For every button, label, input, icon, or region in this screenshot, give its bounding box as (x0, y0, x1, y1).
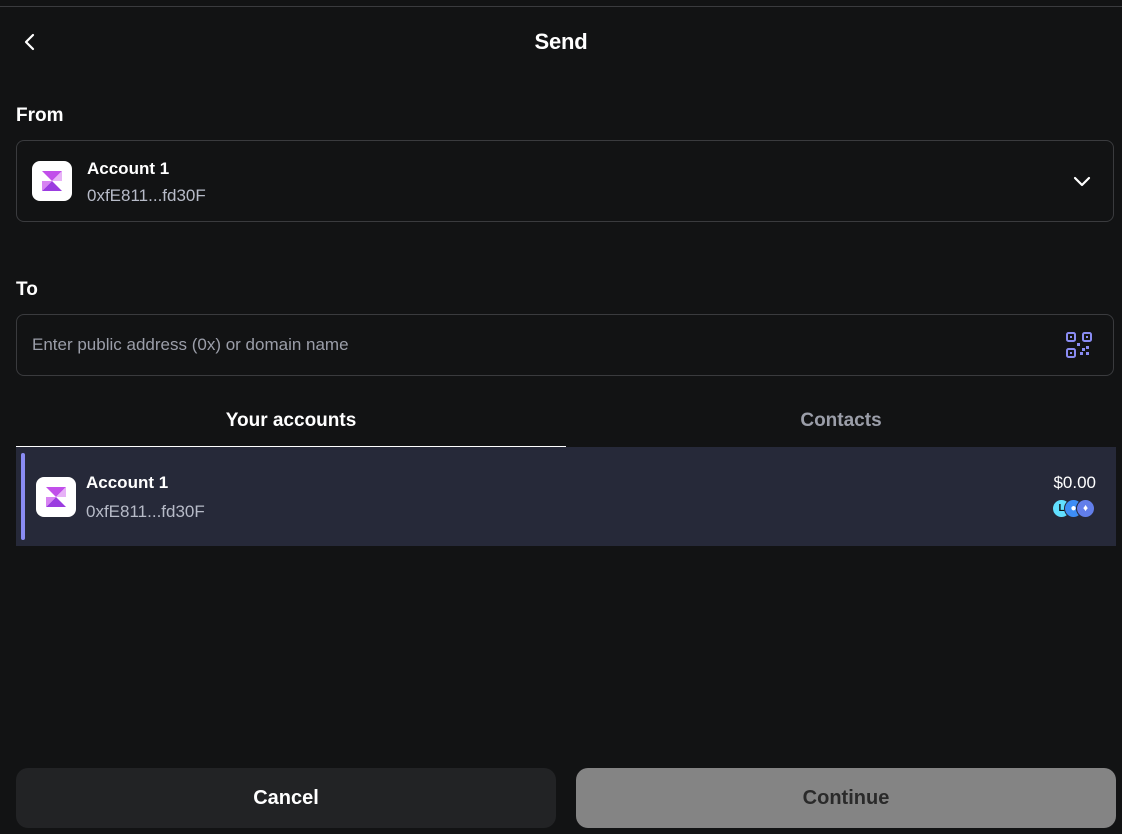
chevron-down-icon[interactable] (1071, 171, 1093, 193)
account-avatar-icon (46, 487, 66, 507)
account-avatar-icon (42, 171, 62, 191)
cancel-button[interactable]: Cancel (16, 768, 556, 828)
account-avatar (36, 477, 76, 517)
continue-button[interactable]: Continue (576, 768, 1116, 828)
network-icons: L ● ♦ (1052, 499, 1096, 518)
recipient-tabs: Your accounts Contacts (16, 396, 1116, 448)
header: Send (0, 20, 1122, 64)
selected-indicator (21, 453, 25, 540)
send-screen: Send From Account 1 0xfE811...fd30F To E… (0, 0, 1122, 834)
from-account-address: 0xfE811...fd30F (87, 186, 206, 205)
ethereum-icon: ♦ (1076, 499, 1095, 518)
account-balance: $0.00 (1053, 473, 1096, 492)
from-label: From (16, 105, 64, 126)
from-account-selector[interactable]: Account 1 0xfE811...fd30F (16, 140, 1114, 222)
account-list-item[interactable]: Account 1 0xfE811...fd30F $0.00 L ● ♦ (16, 447, 1116, 546)
from-account-name: Account 1 (87, 159, 170, 178)
qr-code-icon (1066, 332, 1092, 358)
to-address-field (16, 314, 1114, 376)
to-label: To (16, 279, 38, 300)
tab-contacts[interactable]: Contacts (566, 396, 1116, 446)
account-avatar (32, 161, 72, 201)
account-name: Account 1 (86, 473, 169, 492)
account-address: 0xfE811...fd30F (86, 502, 205, 521)
tab-your-accounts[interactable]: Your accounts (16, 396, 566, 448)
top-divider (0, 6, 1122, 7)
recipient-address-input[interactable] (17, 315, 1047, 375)
page-title: Send (534, 29, 588, 54)
qr-scan-button[interactable] (1065, 331, 1093, 359)
